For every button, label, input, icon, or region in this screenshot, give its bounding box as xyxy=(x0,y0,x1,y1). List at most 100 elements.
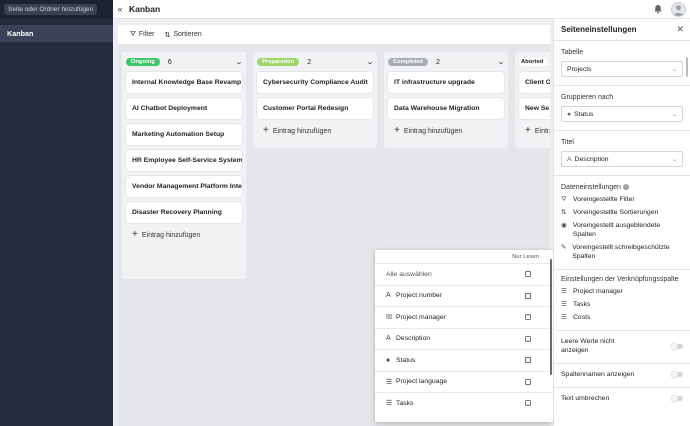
sidebar-header: Seite oder Ordner hinzufügen xyxy=(0,0,113,19)
info-icon[interactable]: i xyxy=(622,184,629,191)
kanban-card[interactable]: Data Warehouse Migration xyxy=(388,98,504,119)
show-column-names-row: Spaltennamen anzeigen xyxy=(561,370,683,379)
hide-empty-values-toggle[interactable] xyxy=(671,342,683,350)
card-count: 2 xyxy=(307,58,312,66)
sort-button[interactable]: ⇅ Sortieren xyxy=(164,31,201,39)
readonly-checkbox[interactable] xyxy=(525,292,531,299)
group-by-label: Gruppieren nach xyxy=(561,94,614,101)
chevron-down-icon[interactable]: ⌄ xyxy=(366,58,374,66)
chevron-down-icon: ⌄ xyxy=(671,156,677,163)
column-option-row[interactable]: ☒ Project manager xyxy=(375,306,553,328)
kanban-card[interactable]: Disaster Recovery Planning xyxy=(126,202,242,223)
add-entry-label: Eintrag hinzufügen xyxy=(534,127,550,135)
avatar[interactable] xyxy=(671,1,686,17)
status-badge: Completed xyxy=(388,58,428,66)
readonly-checkbox[interactable] xyxy=(525,378,531,385)
title-select[interactable]: A Description ⌄ xyxy=(561,151,683,167)
kanban-card[interactable]: HR Employee Self-Service System xyxy=(126,150,242,171)
user-icon xyxy=(673,4,684,16)
kanban-card[interactable]: Customer Portal Redesign xyxy=(257,98,373,119)
column-option-row[interactable]: ☰ Tasks xyxy=(375,392,553,414)
table-select[interactable]: Projects ⌄ xyxy=(561,61,683,77)
column-header: Completed 2 ⌄ xyxy=(388,56,505,68)
readonly-checkbox[interactable] xyxy=(525,314,531,321)
text-icon: A xyxy=(386,292,391,300)
kanban-card[interactable]: Marketing Automation Setup xyxy=(126,124,242,145)
show-column-names-label: Spaltennamen anzeigen xyxy=(561,371,635,378)
kanban-card[interactable]: Client O xyxy=(519,72,550,93)
column-header: Ongoing 6 ⌄ xyxy=(126,56,243,68)
hide-empty-values-row: Leere Werte nicht anzeigen xyxy=(561,337,683,355)
plus-icon: + xyxy=(132,229,138,240)
column-option-row[interactable]: A Project number xyxy=(375,284,553,307)
chevron-down-icon: ⌄ xyxy=(671,66,677,73)
preset-sort-label: Voreingestellte Sortierungen xyxy=(573,209,659,216)
add-page-input[interactable]: Seite oder Ordner hinzufügen xyxy=(4,4,98,15)
wrap-text-row: Text umbrechen xyxy=(561,394,683,403)
data-settings-text: Dateneinstellungen xyxy=(561,184,621,191)
panel-header: Seiteneinstellungen ✕ xyxy=(554,19,690,41)
readonly-checkbox[interactable] xyxy=(525,357,531,364)
preset-hidden-columns-item[interactable]: ◉ Voreingestellt ausgeblendete Spalten xyxy=(561,221,683,239)
bell-icon[interactable] xyxy=(653,4,663,14)
group-by-select[interactable]: ● Status ⌄ xyxy=(561,106,683,122)
column-option-label: Status xyxy=(396,356,416,364)
kanban-card[interactable]: Vendor Management Platform Inte... xyxy=(126,176,242,197)
eye-icon: ◉ xyxy=(561,222,567,229)
list-icon: ☰ xyxy=(561,288,567,295)
wrap-text-toggle[interactable] xyxy=(671,395,683,402)
select-all-checkbox[interactable] xyxy=(525,271,531,278)
kanban-card[interactable]: New Se xyxy=(519,98,550,119)
readonly-checkbox[interactable] xyxy=(525,400,531,407)
select-all-row[interactable]: Alle auswählen xyxy=(375,263,553,285)
kanban-card[interactable]: Internal Knowledge Base Revamp xyxy=(126,72,242,93)
link-settings-label: Einstellungen der Verknüpfungsspalte xyxy=(561,276,679,283)
link-column-item[interactable]: ☰ Tasks xyxy=(561,300,683,309)
preset-filter-item[interactable]: ⛛ Voreingestellte Filter xyxy=(561,195,683,204)
column-option-row[interactable]: ● Status xyxy=(375,349,553,371)
divider xyxy=(554,330,690,331)
list-icon: ☰ xyxy=(561,314,567,321)
column-option-row[interactable]: ☰ Project language xyxy=(375,370,553,393)
text-icon: A xyxy=(386,335,391,343)
title-value: Description xyxy=(574,155,609,163)
sort-label: Sortieren xyxy=(173,31,202,38)
plus-icon: + xyxy=(394,125,400,136)
column-header: Aborted xyxy=(519,56,550,68)
kanban-card[interactable]: Cybersecurity Compliance Audit xyxy=(257,72,373,93)
show-column-names-toggle[interactable] xyxy=(671,371,683,378)
preset-readonly-columns-item[interactable]: ✎ Voreingestellt schreibgeschützte Spalt… xyxy=(561,243,683,261)
data-settings-label: Dateneinstellungen i xyxy=(561,184,683,191)
column-option-label: Project language xyxy=(396,378,448,386)
filter-icon: ⛛ xyxy=(130,30,136,38)
readonly-checkbox[interactable] xyxy=(525,335,531,342)
add-entry-label: Eintrag hinzufügen xyxy=(272,127,332,135)
table-label: Tabelle xyxy=(561,49,584,56)
filter-button[interactable]: ⛛ Filter xyxy=(130,31,154,39)
chevron-down-icon: ⌄ xyxy=(671,111,677,118)
panel-scrollbar[interactable] xyxy=(685,57,688,77)
sidebar-item-kanban[interactable]: Kanban xyxy=(0,25,113,42)
add-entry-button[interactable]: + Eintrag hinzufügen xyxy=(126,228,242,242)
preset-readonly-columns-label: Voreingestellt schreibgeschützte Spalten xyxy=(572,244,670,260)
pencil-off-icon: ✎ xyxy=(561,244,567,251)
kanban-card[interactable]: AI Chatbot Deployment xyxy=(126,98,242,119)
dropdown-scrollbar[interactable] xyxy=(549,259,552,375)
chevron-down-icon[interactable]: ⌄ xyxy=(235,58,243,66)
chevron-down-icon[interactable]: ⌄ xyxy=(497,58,505,66)
column-option-label: Project manager xyxy=(396,313,446,321)
link-column-item[interactable]: ☰ Project manager xyxy=(561,287,683,296)
add-entry-label: Eintrag hinzufügen xyxy=(141,231,201,239)
add-entry-button[interactable]: + Eintrag hinzufügen xyxy=(257,124,373,138)
link-column-item[interactable]: ☰ Costs xyxy=(561,313,683,322)
wrap-text-label: Text umbrechen xyxy=(561,395,610,402)
kanban-card[interactable]: IT infrastructure upgrade xyxy=(388,72,504,93)
add-entry-button[interactable]: + Eintrag hinzufügen xyxy=(519,124,550,138)
column-option-row[interactable]: A Description xyxy=(375,327,553,350)
close-icon[interactable]: ✕ xyxy=(676,24,684,35)
collapse-sidebar-icon[interactable]: « xyxy=(113,4,127,14)
column-option-label: Project number xyxy=(396,292,443,300)
add-entry-button[interactable]: + Eintrag hinzufügen xyxy=(388,124,504,138)
preset-sort-item[interactable]: ⇅ Voreingestellte Sortierungen xyxy=(561,208,683,217)
table-value: Projects xyxy=(567,65,592,73)
